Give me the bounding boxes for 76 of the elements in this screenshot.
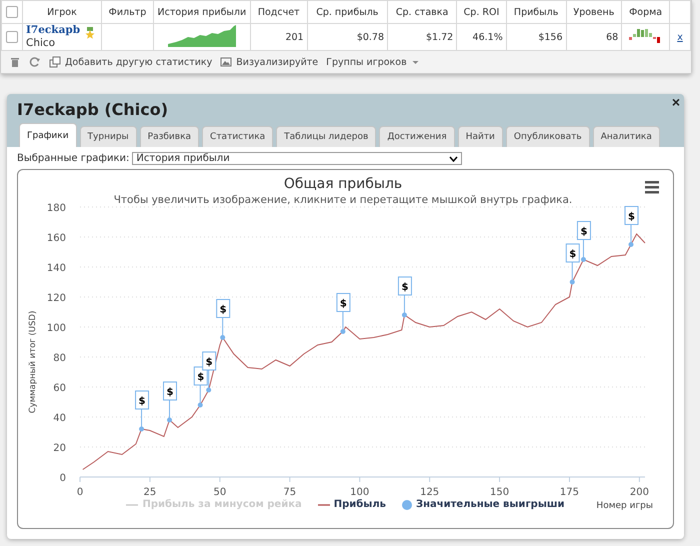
y-tick-label: 20 bbox=[53, 443, 66, 454]
field-label: Выбранные графики: bbox=[17, 153, 130, 164]
close-button[interactable]: × bbox=[672, 94, 680, 110]
trash-icon[interactable] bbox=[9, 56, 21, 68]
menu-icon[interactable] bbox=[645, 181, 659, 194]
x-tick-label: 125 bbox=[420, 487, 440, 498]
player-link[interactable]: I7eckapb bbox=[26, 24, 80, 36]
win-point[interactable] bbox=[628, 242, 634, 247]
win-point[interactable] bbox=[198, 402, 203, 408]
visualize-link[interactable]: Визуализируйте bbox=[236, 56, 318, 68]
win-point[interactable] bbox=[167, 418, 172, 422]
x-tick-label: 100 bbox=[350, 487, 370, 498]
legend-line-icon bbox=[318, 502, 330, 506]
win-point[interactable] bbox=[580, 257, 586, 262]
legend-line-icon bbox=[126, 502, 138, 506]
add-stat-link[interactable]: Добавить другую статистику bbox=[65, 56, 212, 68]
column-header[interactable]: Уровень bbox=[566, 0, 622, 24]
win-point[interactable] bbox=[570, 280, 575, 284]
column-header[interactable]: Ср. прибыль bbox=[307, 0, 388, 24]
tab[interactable]: Статистика bbox=[202, 126, 274, 147]
column-header[interactable]: Ср. ставка bbox=[388, 0, 457, 24]
x-tick-label: 0 bbox=[76, 487, 84, 498]
checkbox[interactable] bbox=[6, 6, 18, 18]
column-header[interactable]: Форма bbox=[622, 0, 670, 24]
tab[interactable]: Аналитика bbox=[592, 126, 660, 147]
x-tick-label: 25 bbox=[144, 487, 156, 498]
y-tick-label: 0 bbox=[60, 473, 66, 484]
column-header[interactable]: История прибыли bbox=[153, 0, 250, 24]
y-tick-label: 100 bbox=[46, 323, 66, 334]
player-groups-menu[interactable]: Группы игроков bbox=[326, 56, 407, 68]
x-tick-label: 75 bbox=[283, 487, 296, 498]
win-point[interactable] bbox=[402, 312, 407, 318]
y-axis-title: Суммарный итог (USD) bbox=[28, 310, 38, 414]
x-axis-title: Номер игры bbox=[596, 501, 653, 511]
win-point[interactable] bbox=[220, 335, 226, 340]
checkbox[interactable] bbox=[6, 31, 18, 43]
y-tick-label: 180 bbox=[46, 203, 66, 214]
chart-subtitle: Чтобы увеличить изображение, кликните и перетащите мышкой внутрь графика. bbox=[114, 194, 572, 206]
y-tick-label: 140 bbox=[46, 263, 66, 274]
y-tick-label: 60 bbox=[53, 383, 66, 394]
x-tick-label: 175 bbox=[560, 487, 580, 498]
column-header[interactable]: Фильтр bbox=[102, 0, 154, 24]
legend-dot-icon bbox=[402, 500, 412, 510]
y-tick-label: 120 bbox=[46, 293, 66, 304]
tab[interactable]: Разбивка bbox=[140, 126, 200, 147]
legend-item[interactable]: Значительные выигрыши bbox=[402, 499, 564, 510]
x-tick-label: 50 bbox=[213, 487, 226, 498]
x-tick-label: 150 bbox=[490, 487, 510, 498]
column-header[interactable]: Подсчет bbox=[250, 0, 308, 24]
tab[interactable]: Достижения bbox=[379, 126, 455, 147]
win-point[interactable] bbox=[139, 426, 144, 432]
tab[interactable]: Таблицы лидеров bbox=[276, 126, 376, 147]
form-bars-drawing bbox=[628, 28, 663, 44]
dialog-title: I7eckapb (Chico) bbox=[16, 99, 170, 121]
y-tick-label: 40 bbox=[53, 413, 66, 424]
legend-item[interactable]: Прибыль bbox=[318, 499, 386, 510]
caret-icon[interactable] bbox=[449, 156, 458, 162]
y-tick-label: 160 bbox=[46, 233, 66, 244]
medal-icon bbox=[85, 27, 95, 39]
column-header[interactable]: Ср. ROI bbox=[456, 0, 506, 24]
tab[interactable]: Турниры bbox=[80, 126, 137, 147]
tab[interactable]: Найти bbox=[458, 126, 503, 147]
refresh-icon[interactable] bbox=[29, 56, 41, 68]
copy-icon[interactable] bbox=[49, 56, 61, 68]
win-point[interactable] bbox=[206, 388, 212, 392]
image-icon[interactable] bbox=[220, 56, 232, 68]
y-tick-label: 80 bbox=[53, 353, 66, 364]
column-header[interactable]: Игрок bbox=[22, 0, 102, 24]
column-header[interactable]: Прибыль bbox=[506, 0, 566, 24]
chart-dropdown[interactable]: История прибыли bbox=[132, 152, 462, 165]
site-name: Chico bbox=[26, 37, 56, 49]
win-point[interactable] bbox=[340, 329, 346, 334]
x-tick-label: 200 bbox=[630, 487, 649, 498]
tab[interactable]: Опубликовать bbox=[506, 126, 590, 147]
tab[interactable]: Графики bbox=[19, 123, 77, 147]
chart-title: Общая прибыль bbox=[284, 176, 402, 192]
